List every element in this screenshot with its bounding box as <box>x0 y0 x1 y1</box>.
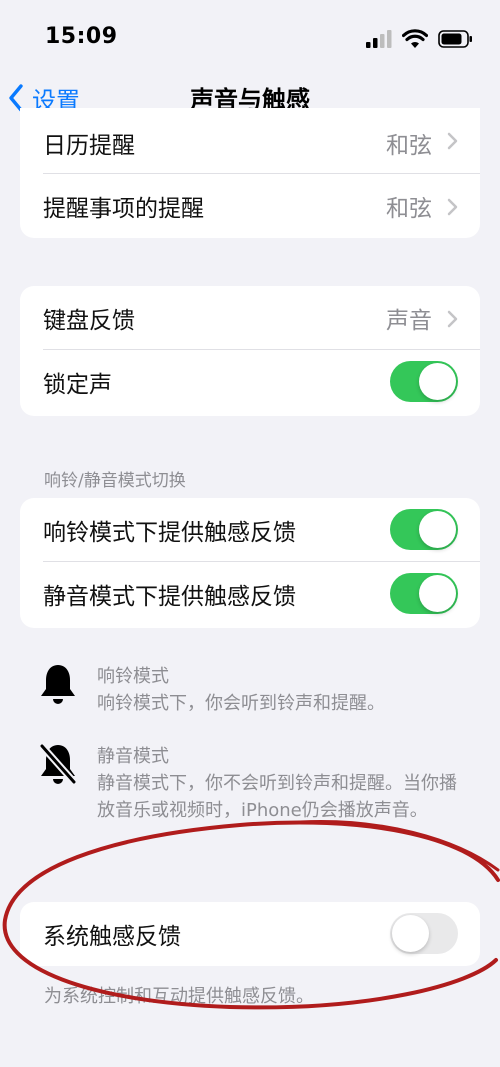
system-haptics-group: 系统触感反馈 <box>20 902 480 966</box>
system-haptics-row: 系统触感反馈 <box>20 902 480 966</box>
ring-mode-description: 响铃模式下，你会听到铃声和提醒。 <box>97 693 385 714</box>
silent-haptics-toggle[interactable] <box>390 573 458 614</box>
ring-silent-group: 响铃模式下提供触感反馈 静音模式下提供触感反馈 <box>20 498 480 628</box>
status-bar: 15:09 <box>0 0 500 76</box>
ring-haptics-toggle[interactable] <box>390 509 458 550</box>
status-time: 15:09 <box>45 24 118 49</box>
ring-haptics-label: 响铃模式下提供触感反馈 <box>43 520 296 546</box>
keyboard-feedback-value: 声音 <box>386 308 432 334</box>
toggle-knob <box>419 511 456 548</box>
battery-icon <box>438 30 472 48</box>
calendar-alerts-row[interactable]: 日历提醒 和弦 <box>20 108 480 174</box>
system-haptics-toggle[interactable] <box>390 913 458 954</box>
silent-haptics-row: 静音模式下提供触感反馈 <box>20 562 480 626</box>
toggle-knob <box>392 915 429 952</box>
lock-sound-toggle[interactable] <box>390 361 458 402</box>
ring-mode-title: 响铃模式 <box>97 666 169 687</box>
ring-silent-section-header: 响铃/静音模式切换 <box>44 471 186 491</box>
chevron-right-icon <box>447 132 458 150</box>
reminder-alerts-row[interactable]: 提醒事项的提醒 和弦 <box>20 174 480 238</box>
chevron-right-icon <box>447 310 458 328</box>
lock-sound-row: 锁定声 <box>20 350 480 414</box>
calendar-alerts-value: 和弦 <box>386 133 432 159</box>
silent-mode-description: 静音模式下，你不会听到铃声和提醒。当你播放音乐或视频时，iPhone仍会播放声音… <box>97 773 457 821</box>
system-haptics-footer: 为系统控制和互动提供触感反馈。 <box>44 986 314 1007</box>
reminder-alerts-label: 提醒事项的提醒 <box>43 196 204 222</box>
reminder-alerts-value: 和弦 <box>386 196 432 222</box>
chevron-right-icon <box>447 198 458 216</box>
toggle-knob <box>419 575 456 612</box>
cellular-signal-icon <box>366 30 392 48</box>
keyboard-lock-group: 键盘反馈 声音 锁定声 <box>20 286 480 416</box>
system-haptics-label: 系统触感反馈 <box>43 924 181 950</box>
keyboard-feedback-label: 键盘反馈 <box>43 308 135 334</box>
wifi-icon <box>402 29 428 48</box>
lock-sound-label: 锁定声 <box>43 372 112 398</box>
ring-haptics-row: 响铃模式下提供触感反馈 <box>20 498 480 562</box>
bell-slash-icon <box>39 743 77 785</box>
toggle-knob <box>419 363 456 400</box>
silent-haptics-label: 静音模式下提供触感反馈 <box>43 584 296 610</box>
alert-sounds-group: 日历提醒 和弦 提醒事项的提醒 和弦 <box>20 108 480 238</box>
keyboard-feedback-row[interactable]: 键盘反馈 声音 <box>20 286 480 350</box>
calendar-alerts-label: 日历提醒 <box>43 133 135 159</box>
silent-mode-title: 静音模式 <box>97 746 169 767</box>
status-icons <box>366 28 474 50</box>
bell-icon <box>41 665 75 704</box>
